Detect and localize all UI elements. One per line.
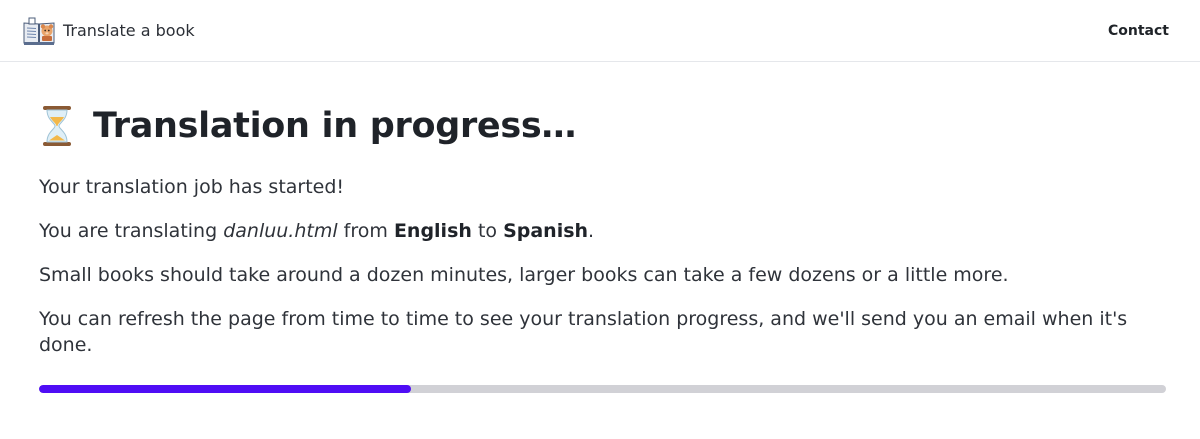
- main-content: Translation in progress… Your translatio…: [0, 102, 1200, 393]
- hourglass-icon: [43, 106, 71, 146]
- status-message: Your translation job has started!: [39, 176, 345, 198]
- target-language: Spanish: [503, 220, 589, 242]
- brand-link[interactable]: Translate a book: [23, 17, 195, 45]
- contact-link[interactable]: Contact: [1108, 23, 1169, 39]
- job-from-text: from: [337, 220, 394, 242]
- title-row: Translation in progress…: [39, 102, 1166, 150]
- job-filename: danluu.html: [223, 220, 338, 242]
- book-translate-icon: [23, 17, 55, 45]
- refresh-message: You can refresh the page from time to ti…: [39, 308, 1128, 356]
- page-title: Translation in progress…: [93, 106, 577, 146]
- job-to-text: to: [471, 220, 504, 242]
- source-language: English: [393, 220, 472, 242]
- job-suffix-text: .: [588, 220, 595, 242]
- top-navbar: Translate a book Contact: [0, 0, 1200, 62]
- progress-bar: [39, 385, 1166, 393]
- progress-bar-fill: [39, 385, 411, 393]
- job-prefix-text: You are translating: [39, 220, 224, 242]
- job-details: You are translating danluu.html from Eng…: [39, 218, 1166, 244]
- brand-name: Translate a book: [63, 21, 195, 40]
- duration-message: Small books should take around a dozen m…: [39, 264, 1009, 286]
